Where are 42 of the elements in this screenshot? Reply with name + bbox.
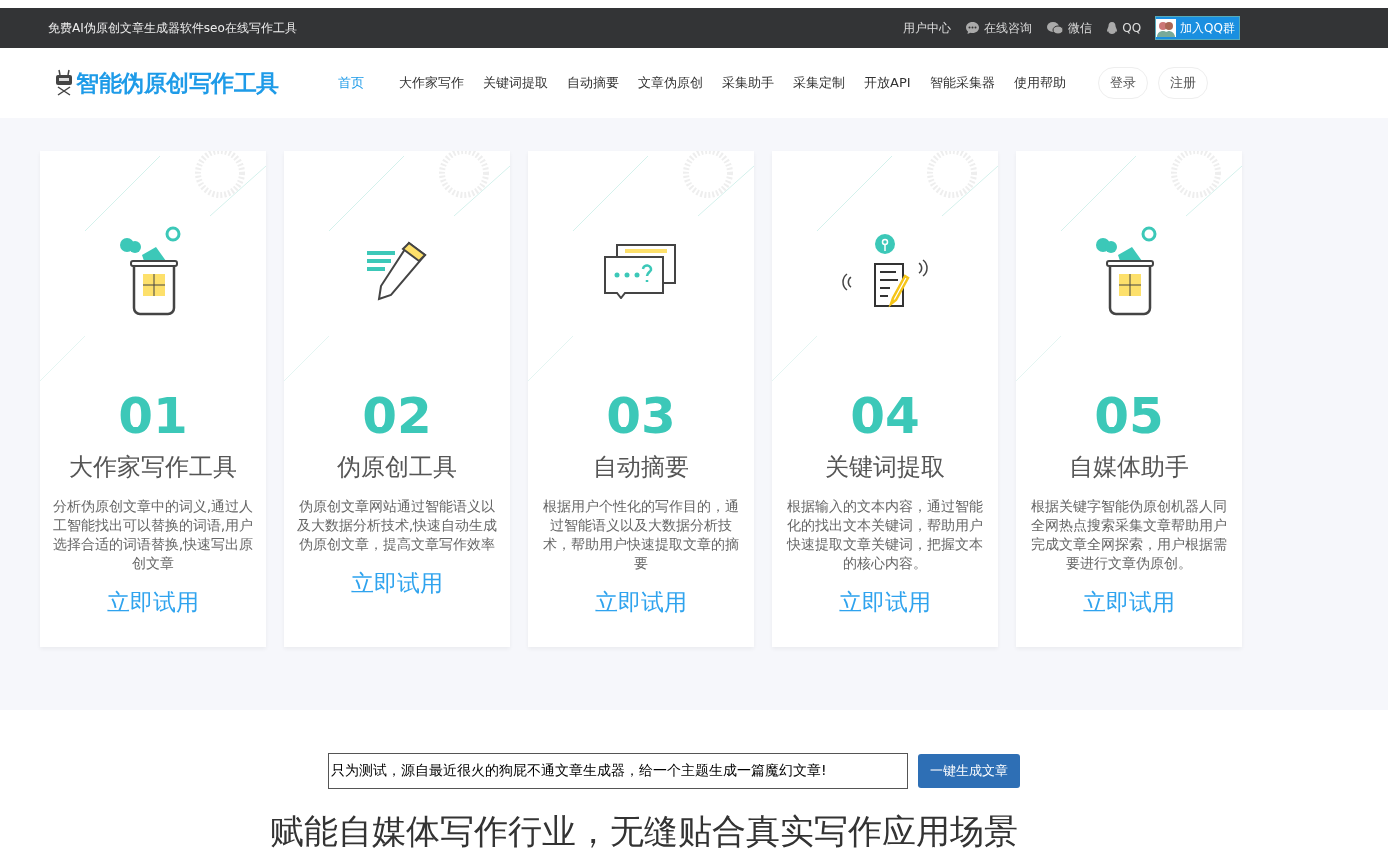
- card-description: 伪原创文章网站通过智能语义以及大数据分析技术,快速自动生成伪原创文章，提高文章写作效率: [296, 497, 498, 554]
- pencil-icon: [365, 241, 429, 301]
- nav-link[interactable]: 文章伪原创: [634, 74, 707, 92]
- card-description: 根据关键字智能伪原创机器人同全网热点搜索采集文章帮助用户完成文章全网探索，用户根据需要进行文章伪原创。: [1030, 497, 1228, 573]
- nav-link[interactable]: 关键词提取: [479, 74, 552, 92]
- top-link[interactable]: 微信: [1046, 19, 1093, 37]
- wechat-icon: [1046, 21, 1065, 35]
- card-number: 02: [362, 391, 432, 441]
- card-title: 自媒体助手: [1069, 452, 1189, 483]
- top-link[interactable]: QQ: [1106, 21, 1142, 35]
- nav-link[interactable]: 使用帮助: [1009, 74, 1070, 92]
- card-number: 05: [1094, 391, 1164, 441]
- nav-link[interactable]: 采集定制: [789, 74, 849, 92]
- robot-icon: [54, 69, 74, 97]
- card-title: 自动摘要: [593, 452, 689, 483]
- card-title: 关键词提取: [825, 452, 945, 483]
- nav-link[interactable]: 大作家写作: [395, 74, 468, 92]
- nav-link[interactable]: 智能采集器: [925, 74, 999, 92]
- site-tagline: 免费AI伪原创文章生成器软件seo在线写作工具: [48, 19, 297, 37]
- top-link[interactable]: 在线咨询: [965, 19, 1033, 37]
- auth-button[interactable]: 登录: [1097, 67, 1148, 99]
- topic-input-field[interactable]: 只为测试，源自最近很火的狗屁不通文章生成器，给一个主题生成一篇魔幻文章!: [328, 753, 908, 789]
- card-number: 03: [606, 391, 676, 441]
- card-description: 根据输入的文本内容，通过智能化的找出文本关键词，帮助用户快速提取文章关键词，把握文本的核心内容。: [785, 497, 984, 573]
- card-title: 大作家写作工具: [69, 452, 237, 483]
- auth-button[interactable]: 注册: [1157, 67, 1208, 99]
- people-icon: [1156, 19, 1177, 37]
- nav-link[interactable]: 自动摘要: [563, 74, 623, 92]
- chat-bubble-icon: [965, 21, 981, 35]
- nav-link[interactable]: 开放API: [860, 74, 915, 92]
- card-number: 01: [118, 391, 188, 441]
- card-description: 分析伪原创文章中的词义,通过人工智能找出可以替换的词语,用户选择合适的词语替换,快速写出原创文章: [52, 497, 254, 573]
- generate-button[interactable]: 一键生成文章: [918, 754, 1020, 788]
- top-link[interactable]: 用户中心: [903, 19, 952, 37]
- card-title: 伪原创工具: [337, 452, 457, 483]
- card-number: 04: [850, 391, 920, 441]
- penguin-icon: [1106, 21, 1119, 35]
- chat-icon: [603, 243, 679, 299]
- document-icon: [839, 234, 931, 308]
- nav-link[interactable]: 采集助手: [718, 74, 778, 92]
- section-heading: 赋能自媒体写作行业，无缝贴合真实写作应用场景: [270, 810, 1018, 853]
- card-description: 根据用户个性化的写作目的，通过智能语义以及大数据分析技术，帮助用户快速提取文章的摘要: [542, 497, 740, 573]
